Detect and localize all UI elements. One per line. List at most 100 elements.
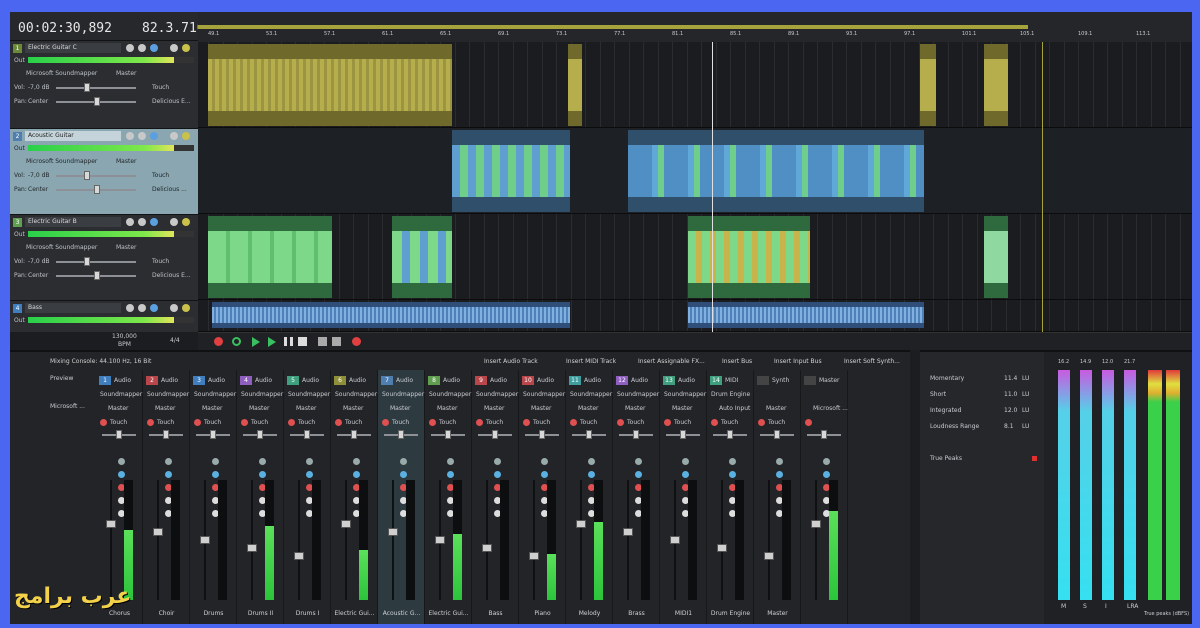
fx-icon[interactable] <box>541 458 548 465</box>
arm-icon[interactable] <box>729 471 736 478</box>
fx-icon[interactable] <box>353 458 360 465</box>
stop-button[interactable] <box>298 337 307 346</box>
channel-strip[interactable]: 6 Audio Soundmapper Master Touch Electri… <box>331 370 378 624</box>
fader-cap[interactable] <box>811 520 821 528</box>
arm-icon[interactable] <box>635 471 642 478</box>
automation-icon[interactable] <box>288 419 295 426</box>
channel-bus[interactable]: Master <box>578 406 599 412</box>
fader-track[interactable] <box>392 480 394 600</box>
channel-bus[interactable]: Microsoft ... <box>813 406 848 412</box>
solo-icon[interactable] <box>138 218 146 226</box>
channel-strip[interactable]: Master Microsoft ... <box>801 370 848 624</box>
insert-input-bus-button[interactable]: Insert Input Bus <box>774 358 822 365</box>
channel-strip[interactable]: 13 Audio Soundmapper Master Touch MIDI1 <box>660 370 707 624</box>
channel-output[interactable]: Soundmapper <box>241 392 283 398</box>
automation-mode[interactable]: Touch <box>768 420 785 426</box>
fader-cap[interactable] <box>200 536 210 544</box>
automation-icon[interactable] <box>100 419 107 426</box>
automation-icon[interactable] <box>147 419 154 426</box>
arm-icon[interactable] <box>150 44 158 52</box>
fader-cap[interactable] <box>106 520 116 528</box>
fx-icon[interactable] <box>259 458 266 465</box>
pan-knob[interactable] <box>94 185 100 194</box>
go-to-start-icon[interactable] <box>318 337 327 346</box>
automation-mode[interactable]: Touch <box>345 420 362 426</box>
track-name[interactable]: Electric Guitar C <box>25 43 121 53</box>
track-header[interactable]: 2 Acoustic Guitar Out Microsoft Soundmap… <box>10 128 198 214</box>
automation-icon[interactable] <box>194 419 201 426</box>
mute-icon[interactable] <box>126 132 134 140</box>
track-name[interactable]: Electric Guitar B <box>25 217 121 227</box>
arm-icon[interactable] <box>776 471 783 478</box>
audio-clip[interactable] <box>568 44 582 126</box>
channel-bus[interactable]: Master <box>390 406 411 412</box>
arm-icon[interactable] <box>150 132 158 140</box>
fx-icon[interactable] <box>212 458 219 465</box>
mute-icon[interactable] <box>126 44 134 52</box>
arm-icon[interactable] <box>165 471 172 478</box>
pause-button[interactable] <box>284 337 293 346</box>
arm-icon[interactable] <box>682 471 689 478</box>
channel-strip[interactable]: 11 Audio Soundmapper Master Touch Melody <box>566 370 613 624</box>
channel-output[interactable]: Drum Engine <box>711 392 750 398</box>
insert-audio-track-button[interactable]: Insert Audio Track <box>484 358 538 365</box>
arm-icon[interactable] <box>400 471 407 478</box>
fader-track[interactable] <box>721 480 723 600</box>
fader-track[interactable] <box>298 480 300 600</box>
channel-strip[interactable]: 3 Audio Soundmapper Master Touch Drums <box>190 370 237 624</box>
channel-bus[interactable]: Master <box>296 406 317 412</box>
fader-cap[interactable] <box>623 528 633 536</box>
play-button[interactable] <box>252 337 260 347</box>
fx-icon[interactable] <box>170 218 178 226</box>
automation-mode[interactable]: Touch <box>533 420 550 426</box>
pan-knob[interactable] <box>492 430 498 439</box>
channel-strip[interactable]: 7 Audio Soundmapper Master Touch Acousti… <box>378 370 425 624</box>
channel-bus[interactable]: Auto Input <box>719 406 750 412</box>
fader-track[interactable] <box>251 480 253 600</box>
insert-bus-button[interactable]: Insert Bus <box>722 358 752 365</box>
loop-icon[interactable] <box>232 337 241 346</box>
pan-knob[interactable] <box>821 430 827 439</box>
automation-mode[interactable]: Touch <box>439 420 456 426</box>
channel-bus[interactable]: Master <box>625 406 646 412</box>
arm-icon[interactable] <box>259 471 266 478</box>
arm-icon[interactable] <box>823 471 830 478</box>
channel-bus[interactable]: Master <box>343 406 364 412</box>
loop-end-marker[interactable] <box>1042 42 1043 332</box>
channel-bus[interactable]: Master <box>437 406 458 412</box>
automation-icon[interactable] <box>382 419 389 426</box>
insert-assignable-fx-button[interactable]: Insert Assignable FX... <box>638 358 705 365</box>
channel-strip[interactable]: Synth Master Touch Master <box>754 370 801 624</box>
fx-icon[interactable] <box>170 132 178 140</box>
fader-cap[interactable] <box>529 552 539 560</box>
channel-strip[interactable]: 5 Audio Soundmapper Master Touch Drums I <box>284 370 331 624</box>
automation-mode[interactable]: Touch <box>157 420 174 426</box>
fader-track[interactable] <box>345 480 347 600</box>
channel-output[interactable]: Soundmapper <box>664 392 706 398</box>
record-button[interactable] <box>214 337 223 346</box>
fader-track[interactable] <box>157 480 159 600</box>
fader-cap[interactable] <box>341 520 351 528</box>
channel-output[interactable]: Soundmapper <box>429 392 471 398</box>
pan-knob[interactable] <box>94 271 100 280</box>
channel-output[interactable]: Soundmapper <box>617 392 659 398</box>
pan-knob[interactable] <box>727 430 733 439</box>
channel-bus[interactable]: Master <box>766 406 787 412</box>
pan-knob[interactable] <box>398 430 404 439</box>
record-icon[interactable] <box>352 337 361 346</box>
fader-cap[interactable] <box>717 544 727 552</box>
fx-icon[interactable] <box>170 304 178 312</box>
volume-knob[interactable] <box>84 83 90 92</box>
fader-track[interactable] <box>768 480 770 600</box>
pan-knob[interactable] <box>163 430 169 439</box>
channel-output[interactable]: Soundmapper <box>100 392 142 398</box>
playhead[interactable] <box>712 42 713 332</box>
volume-slider[interactable] <box>56 175 136 177</box>
arm-icon[interactable] <box>541 471 548 478</box>
fader-cap[interactable] <box>764 552 774 560</box>
audio-clip[interactable] <box>452 130 570 212</box>
time-signature[interactable]: 4/4 <box>170 338 180 344</box>
automation-icon[interactable] <box>805 419 812 426</box>
fader-track[interactable] <box>627 480 629 600</box>
audio-clip[interactable] <box>392 216 452 298</box>
